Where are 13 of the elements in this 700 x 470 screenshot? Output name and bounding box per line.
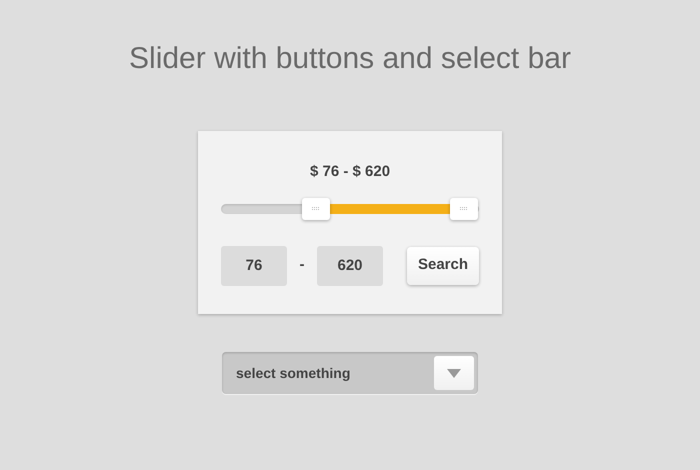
select-value: select something bbox=[236, 364, 350, 383]
search-button[interactable]: Search bbox=[407, 246, 479, 284]
dropdown-button[interactable] bbox=[434, 356, 474, 390]
slider-thumb[interactable] bbox=[450, 198, 478, 220]
page-title: Slider with buttons and select bar bbox=[129, 41, 571, 77]
min-price-field[interactable]: 76 bbox=[221, 246, 287, 286]
slider-thumb[interactable] bbox=[302, 198, 330, 220]
range-separator: - bbox=[298, 255, 306, 276]
range-slider[interactable] bbox=[221, 198, 479, 220]
caret-icon bbox=[447, 368, 461, 378]
select-dropdown[interactable]: select something bbox=[222, 352, 478, 394]
range-label: $ 76 - $ 620 bbox=[310, 162, 390, 182]
max-price-field[interactable]: 620 bbox=[317, 246, 383, 286]
